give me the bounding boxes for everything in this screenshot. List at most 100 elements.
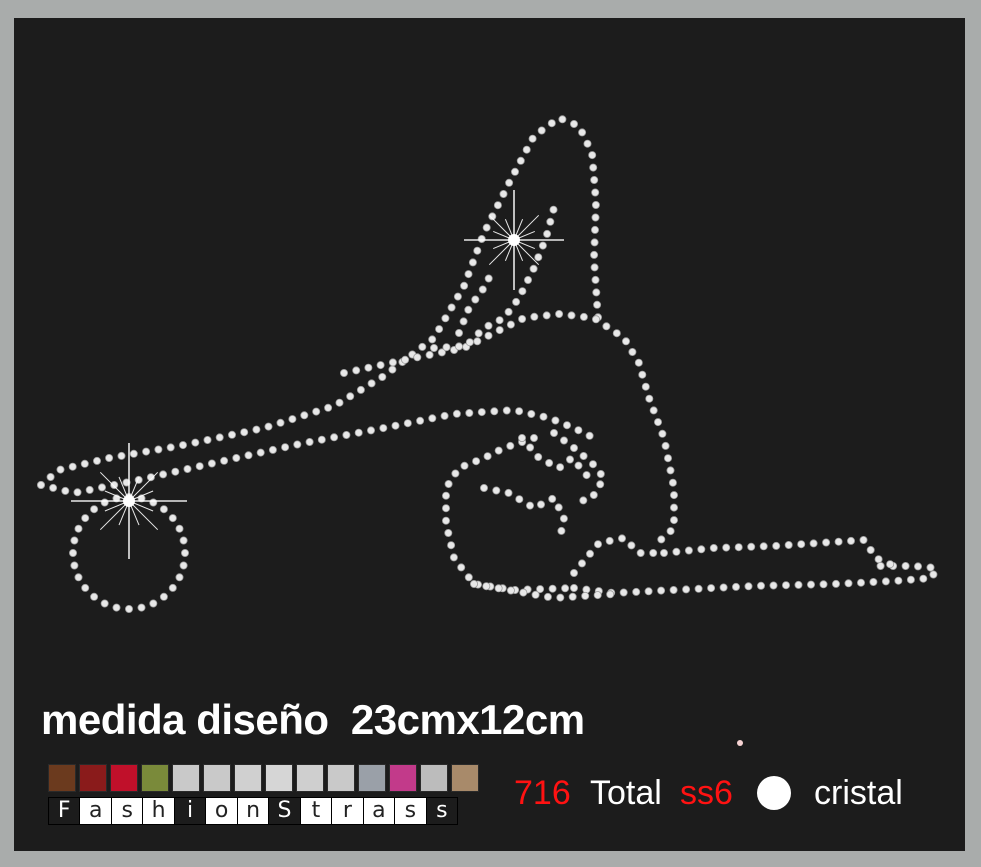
rhinestone (566, 455, 575, 464)
rhinestone (504, 307, 513, 316)
rhinestone (495, 326, 504, 335)
rhinestone (264, 422, 273, 431)
rhinestone (459, 317, 468, 326)
rhinestone (844, 579, 853, 588)
rhinestone (495, 316, 504, 325)
rhinestone (416, 416, 425, 425)
rhinestone (612, 329, 621, 338)
rhinestone (567, 311, 576, 320)
rhinestone (490, 407, 499, 416)
rhinestone (589, 163, 598, 172)
rhinestone (560, 436, 569, 445)
rhinestone (919, 574, 928, 583)
rhinestone (527, 409, 536, 418)
rhinestone (317, 435, 326, 444)
rhinestone (330, 433, 339, 442)
rhinestone (175, 573, 184, 582)
rhinestone (794, 580, 803, 589)
rhinestone (356, 385, 365, 394)
rhinestone (70, 536, 79, 545)
rhinestone (670, 503, 679, 512)
rhinestone (866, 546, 875, 555)
rhinestone (538, 241, 547, 250)
rhinestone (645, 394, 654, 403)
rhinestone (664, 454, 673, 463)
logo-letter: a (364, 798, 396, 824)
rhinestone (346, 392, 355, 401)
rhinestone (531, 590, 540, 599)
rhinestone (81, 514, 90, 523)
logo-letter: s (426, 798, 458, 824)
rhinestone (559, 514, 568, 523)
rhinestone (178, 441, 187, 450)
rhinestone (505, 178, 514, 187)
rhinestone (110, 480, 119, 489)
rhinestone (874, 555, 883, 564)
rhinestone (207, 459, 216, 468)
rhinestone (707, 584, 716, 593)
rhinestone (220, 456, 229, 465)
rhinestone (499, 189, 508, 198)
rhinestone (256, 448, 265, 457)
rhinestone (747, 542, 756, 551)
rhinestone (539, 412, 548, 421)
rhinestone (666, 466, 675, 475)
rhinestone (822, 538, 831, 547)
fashionstrass-logo: FashionStrass (48, 764, 479, 826)
logo-swatch (420, 764, 448, 792)
total-label: Total (590, 774, 662, 812)
rhinestone (69, 549, 78, 558)
logo-letter: S (269, 798, 301, 824)
rhinestone (591, 200, 600, 209)
rhinestone (465, 338, 474, 347)
rhinestone (46, 472, 55, 481)
rhinestone (682, 585, 691, 594)
rhinestone (697, 545, 706, 554)
rhinestone (543, 229, 552, 238)
rhinestone (515, 407, 524, 416)
rhinestone (606, 590, 615, 599)
rhinestone (596, 469, 605, 478)
rhinestone (244, 451, 253, 460)
rhinestone (378, 372, 387, 381)
rhinestone (590, 250, 599, 259)
rhinestone (98, 483, 107, 492)
rhinestone (530, 433, 539, 442)
logo-letter: t (301, 798, 333, 824)
rhinestone (605, 536, 614, 545)
rhinestone (215, 433, 224, 442)
rhinestone (734, 543, 743, 552)
rhinestone (105, 453, 114, 462)
rhinestone (203, 435, 212, 444)
rhinestone (869, 578, 878, 587)
rhinestone (579, 312, 588, 321)
logo-letter: i (174, 798, 207, 824)
rhinestone (809, 539, 818, 548)
logo-swatch (296, 764, 324, 792)
logo-swatch (110, 764, 138, 792)
rhinestone (554, 503, 563, 512)
rhinestone (548, 494, 557, 503)
rhinestone (537, 126, 546, 135)
rhinestone (929, 570, 938, 579)
rhinestone (452, 409, 461, 418)
rhinestone (578, 559, 587, 568)
rhinestone (441, 516, 450, 525)
rhinestone (502, 406, 511, 415)
rhinestone (90, 592, 99, 601)
rhinestone (759, 542, 768, 551)
rhinestone (504, 488, 513, 497)
crystal-swatch-icon (757, 776, 791, 810)
rhinestone-design (36, 115, 938, 614)
rhinestone (589, 490, 598, 499)
rhinestone (442, 343, 451, 352)
rhinestone (556, 463, 565, 472)
rhinestone (515, 495, 524, 504)
rhinestone (784, 541, 793, 550)
rhinestone (894, 576, 903, 585)
rhinestone (522, 145, 531, 154)
rhinestone (588, 151, 597, 160)
rhinestone (484, 321, 493, 330)
sparkle-icon (464, 190, 564, 290)
rhinestone (159, 592, 168, 601)
